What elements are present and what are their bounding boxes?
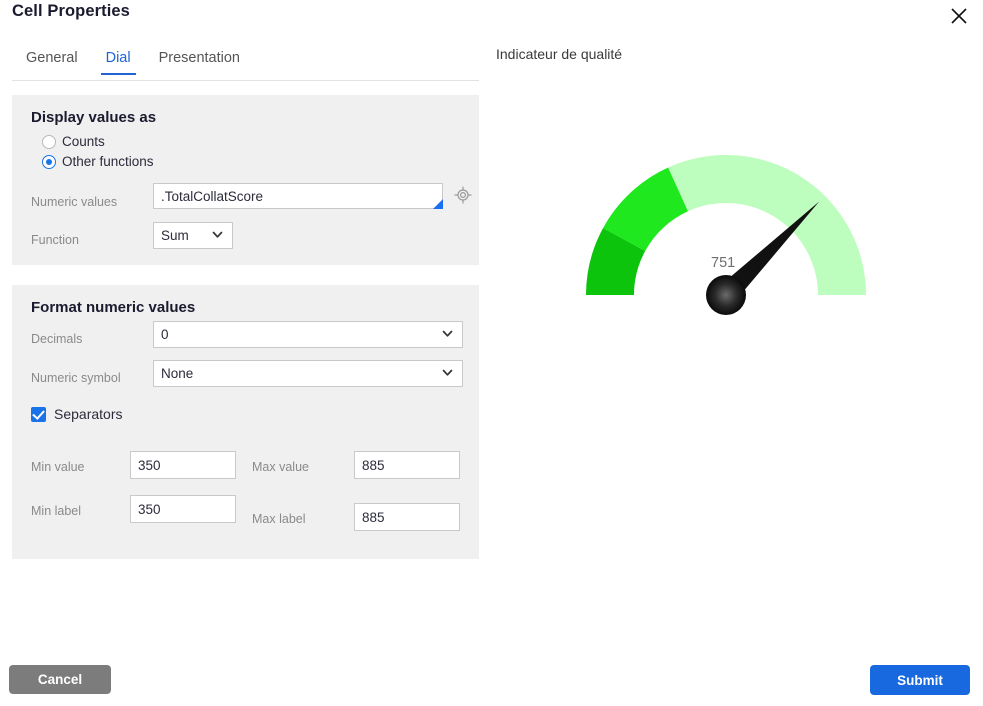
function-select[interactable]: Sum xyxy=(153,222,233,249)
decimals-select[interactable]: 0 xyxy=(153,321,463,348)
close-button[interactable] xyxy=(945,2,973,30)
tab-presentation[interactable]: Presentation xyxy=(145,48,254,75)
display-values-panel: Display values as Counts Other functions… xyxy=(12,95,479,265)
numeric-symbol-select-wrap: None xyxy=(153,360,463,387)
radio-other-functions-label: Other functions xyxy=(62,154,154,169)
gauge-needle-hub xyxy=(706,275,746,315)
max-value-input[interactable] xyxy=(354,451,460,479)
gauge-segment xyxy=(668,155,866,295)
tab-bar-divider xyxy=(12,80,479,81)
format-values-title: Format numeric values xyxy=(31,299,196,316)
decimals-select-wrap: 0 xyxy=(153,321,463,348)
radio-counts-label: Counts xyxy=(62,134,105,149)
max-label-label: Max label xyxy=(252,512,306,526)
function-select-wrap: Sum xyxy=(153,222,233,249)
close-icon xyxy=(949,6,969,26)
numeric-values-input[interactable] xyxy=(153,183,443,209)
radio-counts-indicator xyxy=(42,134,56,149)
min-label-label: Min label xyxy=(31,504,82,518)
separators-checkbox-row[interactable]: Separators xyxy=(31,406,122,422)
page-title: Cell Properties xyxy=(12,2,130,20)
min-value-input[interactable] xyxy=(130,451,236,479)
radio-counts[interactable]: Counts xyxy=(42,134,105,149)
tab-general[interactable]: General xyxy=(12,48,92,75)
function-label: Function xyxy=(31,233,79,247)
cell-properties-dialog: Cell Properties General Dial Presentatio… xyxy=(0,0,983,706)
numeric-symbol-label: Numeric symbol xyxy=(31,371,121,385)
tab-dial[interactable]: Dial xyxy=(92,48,145,75)
decimals-label: Decimals xyxy=(31,332,83,346)
submit-button[interactable]: Submit xyxy=(870,665,970,695)
separators-label: Separators xyxy=(54,406,123,422)
preview-title: Indicateur de qualité xyxy=(496,46,623,62)
radio-other-functions-indicator xyxy=(42,154,56,169)
cancel-button[interactable]: Cancel xyxy=(9,665,111,694)
format-values-panel: Format numeric values Decimals 0 Numeric… xyxy=(12,285,479,559)
tab-bar: General Dial Presentation xyxy=(0,48,480,80)
target-crosshair-icon[interactable] xyxy=(453,185,473,210)
min-label-input[interactable] xyxy=(130,495,236,523)
numeric-symbol-select[interactable]: None xyxy=(153,360,463,387)
dial-gauge-preview xyxy=(560,140,900,320)
min-value-label: Min value xyxy=(31,460,85,474)
gauge-svg xyxy=(586,155,866,315)
separators-checkbox[interactable] xyxy=(31,406,46,422)
max-label-input[interactable] xyxy=(354,503,460,531)
display-values-title: Display values as xyxy=(31,109,157,126)
max-value-label: Max value xyxy=(252,460,309,474)
gauge-value-label: 751 xyxy=(711,255,736,271)
numeric-values-label: Numeric values xyxy=(31,195,118,209)
radio-other-functions[interactable]: Other functions xyxy=(42,154,154,169)
